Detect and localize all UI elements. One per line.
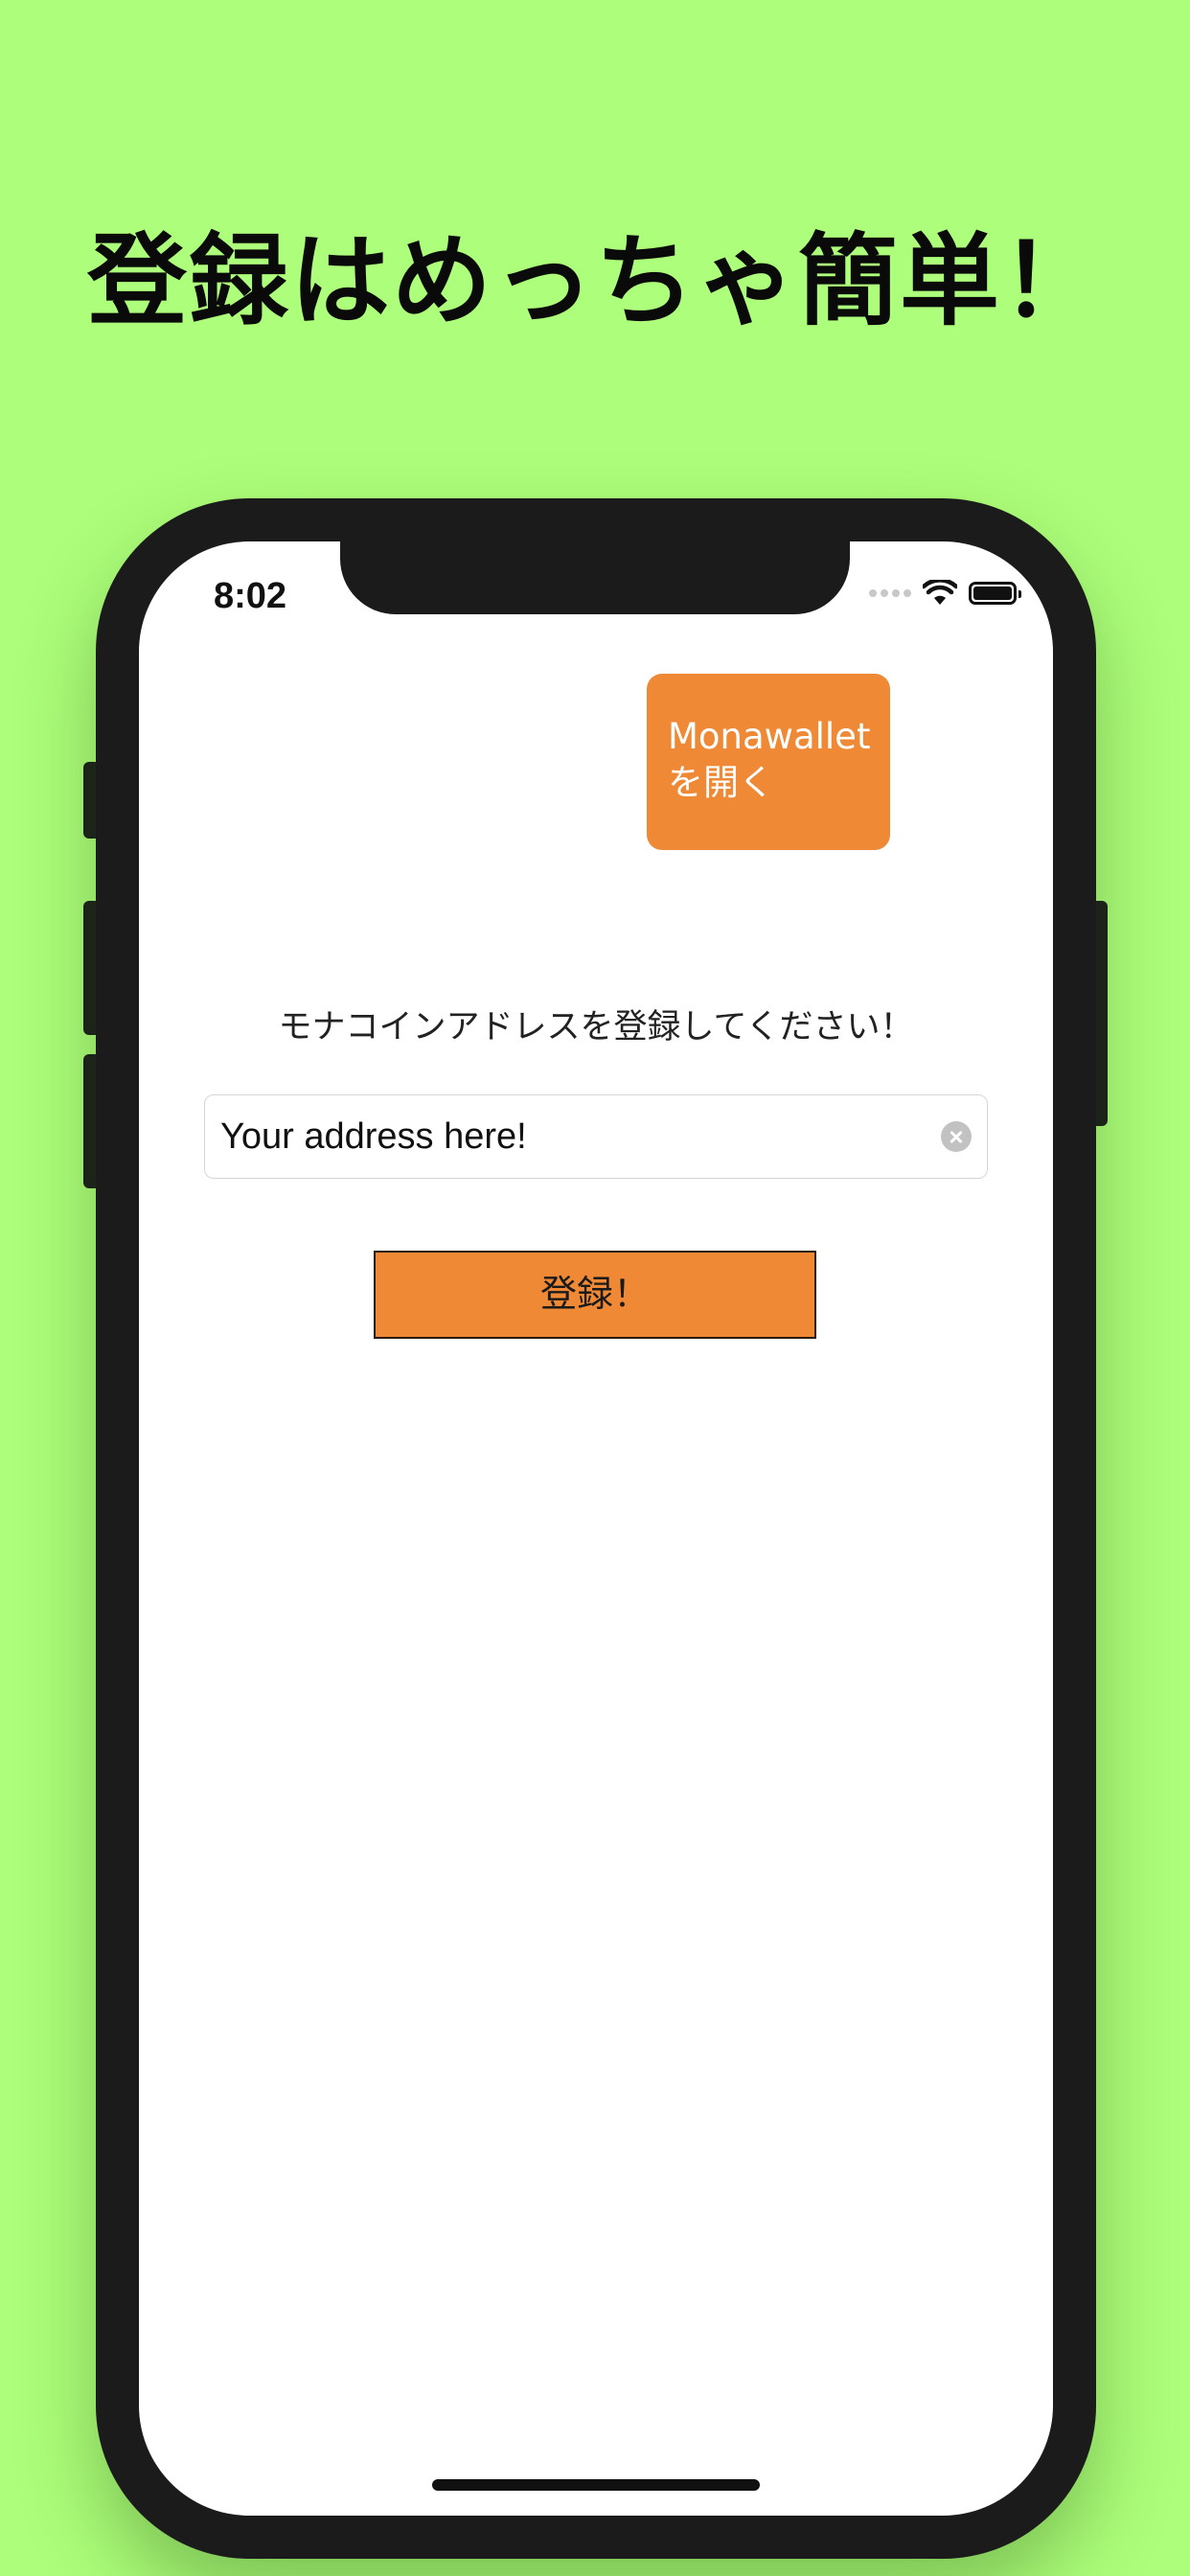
open-monawallet-label-line1: Monawallet xyxy=(668,716,871,757)
wifi-icon xyxy=(923,580,957,605)
cellular-signal-icon xyxy=(869,589,911,597)
register-button[interactable]: 登録！ xyxy=(374,1251,816,1339)
status-bar-time: 8:02 xyxy=(214,576,287,616)
phone-mockup: 8:02 Monawallet を開く モナコインアドレスを登録してください！ … xyxy=(96,498,1096,2559)
open-monawallet-label-line2: を開く xyxy=(668,762,774,803)
clear-text-icon[interactable] xyxy=(941,1121,972,1152)
address-prompt-label: モナコインアドレスを登録してください！ xyxy=(278,1008,914,1046)
promo-headline: 登録はめっちゃ簡単！ xyxy=(86,222,1103,339)
phone-notch xyxy=(340,541,850,614)
app-screen: 8:02 Monawallet を開く モナコインアドレスを登録してください！ … xyxy=(139,541,1053,2516)
battery-icon xyxy=(969,582,1021,605)
home-indicator[interactable] xyxy=(432,2479,760,2491)
address-input[interactable] xyxy=(220,1116,941,1158)
address-field[interactable] xyxy=(204,1094,988,1179)
status-bar-icons xyxy=(869,580,1021,607)
open-monawallet-button[interactable]: Monawallet を開く xyxy=(647,674,890,850)
